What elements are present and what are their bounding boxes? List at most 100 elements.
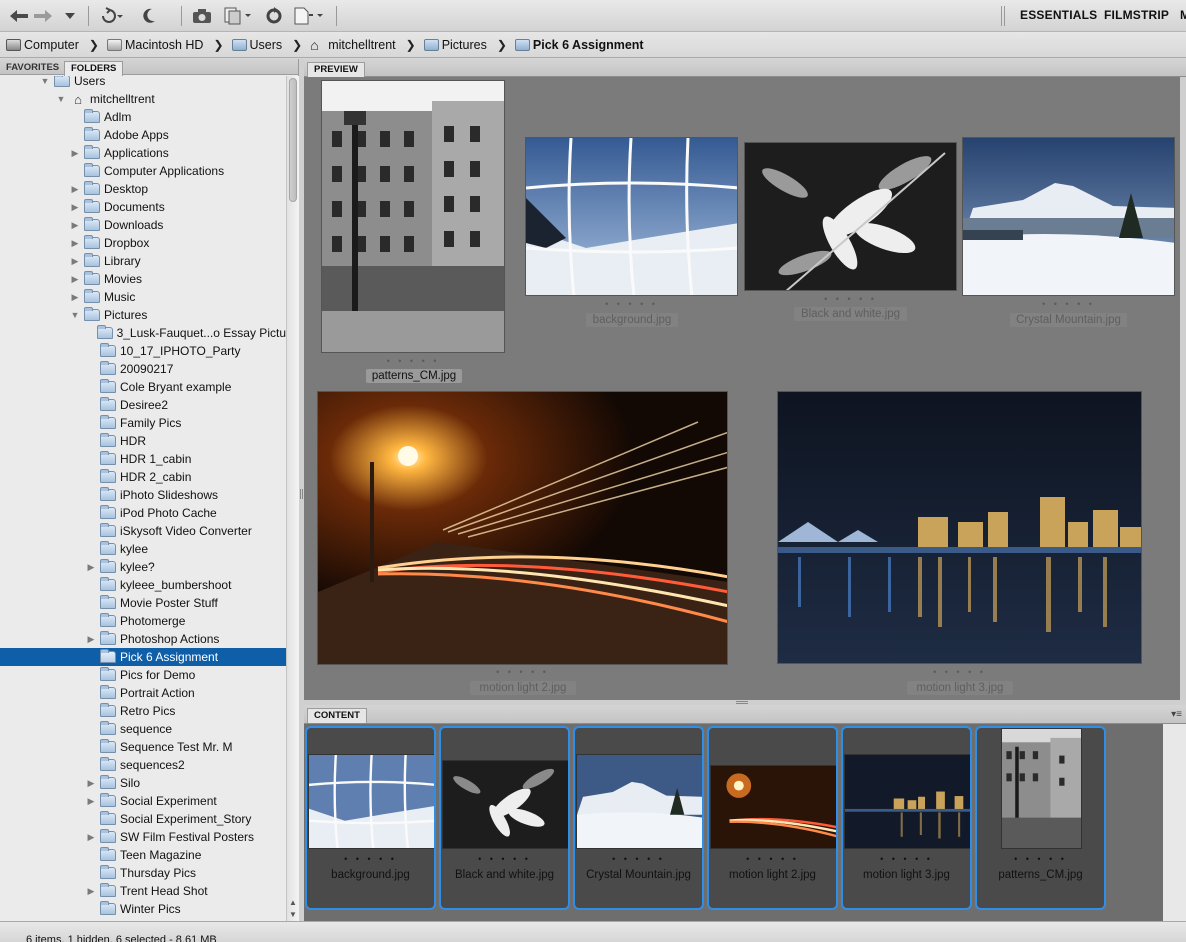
tree-item[interactable]: Pick 6 Assignment [0, 648, 286, 666]
tree-item[interactable]: Sequence Test Mr. M [0, 738, 286, 756]
content-item-motion-light-3[interactable]: • • • • • motion light 3.jpg [841, 726, 972, 910]
crumb-home[interactable]: ⌂ mitchelltrent [310, 38, 395, 52]
disclosure-closed-icon[interactable]: ▶ [70, 148, 80, 159]
preview-image-background[interactable] [525, 137, 738, 296]
tree-item[interactable]: ▶ Downloads [0, 216, 286, 234]
crumb-macintosh-hd[interactable]: Macintosh HD [106, 38, 203, 52]
rating-stars[interactable]: • • • • • [575, 854, 702, 864]
tree-item[interactable]: ▶ Dropbox [0, 234, 286, 252]
tree-item[interactable]: Adobe Apps [0, 126, 286, 144]
content-item-crystal-mountain[interactable]: • • • • • Crystal Mountain.jpg [573, 726, 704, 910]
tree-item[interactable]: kyleee_bumbershoot [0, 576, 286, 594]
tree-item[interactable]: iSkysoft Video Converter [0, 522, 286, 540]
tree-item[interactable]: ▼ Pictures [0, 306, 286, 324]
tree-item[interactable]: Photomerge [0, 612, 286, 630]
disclosure-closed-icon[interactable]: ▶ [70, 256, 80, 267]
tree-item[interactable]: Adlm [0, 108, 286, 126]
disclosure-closed-icon[interactable]: ▶ [70, 220, 80, 231]
disclosure-open-icon[interactable]: ▼ [70, 310, 80, 320]
tab-content[interactable]: CONTENT [307, 708, 367, 723]
content-item-black-and-white[interactable]: • • • • • Black and white.jpg [439, 726, 570, 910]
tree-item[interactable]: Thursday Pics [0, 864, 286, 882]
rating-stars[interactable]: • • • • • [744, 294, 957, 304]
tree-item[interactable]: 10_17_IPHOTO_Party [0, 342, 286, 360]
tree-item[interactable]: Retro Pics [0, 702, 286, 720]
preview-image-black-and-white[interactable] [744, 142, 957, 291]
tree-item[interactable]: Winter Pics [0, 900, 286, 918]
tree-item[interactable]: Portrait Action [0, 684, 286, 702]
tree-item[interactable]: sequences2 [0, 756, 286, 774]
tree-item[interactable]: Computer Applications [0, 162, 286, 180]
tree-item[interactable]: HDR 2_cabin [0, 468, 286, 486]
chevron-right-icon[interactable]: ❯ [89, 38, 99, 52]
copy-icon[interactable] [221, 5, 255, 27]
tree-item[interactable]: Social Experiment_Story [0, 810, 286, 828]
chevron-right-icon[interactable]: ❯ [497, 38, 507, 52]
crumb-pictures[interactable]: Pictures [423, 38, 487, 52]
chevron-right-icon[interactable]: ❯ [292, 38, 302, 52]
crumb-computer[interactable]: Computer [6, 38, 79, 52]
disclosure-closed-icon[interactable]: ▶ [86, 562, 96, 573]
history-dropdown-icon[interactable] [62, 5, 78, 27]
content-item-patterns-cm[interactable]: • • • • • patterns_CM.jpg [975, 726, 1106, 910]
rating-stars[interactable]: • • • • • [962, 299, 1175, 309]
disclosure-closed-icon[interactable]: ▶ [70, 292, 80, 303]
disclosure-closed-icon[interactable]: ▶ [70, 202, 80, 213]
content-item-background[interactable]: • • • • • background.jpg [305, 726, 436, 910]
rating-stars[interactable]: • • • • • [777, 667, 1142, 677]
preview-image-motion-light-2[interactable] [317, 391, 728, 665]
disclosure-closed-icon[interactable]: ▶ [86, 796, 96, 807]
tree-item[interactable]: ▶ Desktop [0, 180, 286, 198]
tree-item[interactable]: ▶ kylee? [0, 558, 286, 576]
tree-item[interactable]: ▶ Library [0, 252, 286, 270]
folder-tree-scrollbar[interactable]: ▲ ▼ [286, 76, 299, 921]
tree-item[interactable]: iPhoto Slideshows [0, 486, 286, 504]
disclosure-closed-icon[interactable]: ▶ [86, 832, 96, 843]
chevron-right-icon[interactable]: ❯ [406, 38, 416, 52]
splitter-grip[interactable] [300, 489, 303, 499]
tree-item[interactable]: Teen Magazine [0, 846, 286, 864]
tree-item[interactable]: 20090217 [0, 360, 286, 378]
tree-item[interactable]: ▶ Social Experiment [0, 792, 286, 810]
rating-stars[interactable]: • • • • • [307, 854, 434, 864]
disclosure-closed-icon[interactable]: ▶ [70, 238, 80, 249]
disclosure-closed-icon[interactable]: ▶ [70, 274, 80, 285]
tree-item[interactable]: ▼ ⌂ mitchelltrent [0, 90, 286, 108]
crumb-users[interactable]: Users [231, 38, 282, 52]
tree-item[interactable]: ▶ Music [0, 288, 286, 306]
tree-item[interactable]: ▶ Documents [0, 198, 286, 216]
rating-stars[interactable]: • • • • • [525, 299, 738, 309]
crumb-pick-6-assignment[interactable]: Pick 6 Assignment [514, 38, 644, 52]
tree-item[interactable]: sequence [0, 720, 286, 738]
chevron-right-icon[interactable]: ❯ [213, 38, 223, 52]
tab-preview[interactable]: PREVIEW [307, 62, 365, 77]
tree-item[interactable]: Desiree2 [0, 396, 286, 414]
scroll-up-icon[interactable]: ▲ [289, 898, 297, 907]
tree-item[interactable]: ▶ Movies [0, 270, 286, 288]
content-item-motion-light-2[interactable]: • • • • • motion light 2.jpg [707, 726, 838, 910]
scrollbar-thumb[interactable] [289, 78, 297, 202]
camera-icon[interactable] [190, 5, 214, 27]
tree-item[interactable]: ▶ SW Film Festival Posters [0, 828, 286, 846]
rating-stars[interactable]: • • • • • [843, 854, 970, 864]
panel-menu-icon[interactable]: ▾≡ [1171, 709, 1182, 720]
tree-item[interactable]: ▶ Photoshop Actions [0, 630, 286, 648]
rotate-icon[interactable] [96, 5, 126, 27]
disclosure-open-icon[interactable]: ▼ [40, 76, 50, 86]
tree-item[interactable]: Movie Poster Stuff [0, 594, 286, 612]
preview-image-motion-light-3[interactable] [777, 391, 1142, 664]
rating-stars[interactable]: • • • • • [321, 356, 505, 366]
new-document-icon[interactable] [292, 5, 326, 27]
tree-item[interactable]: Pics for Demo [0, 666, 286, 684]
disclosure-open-icon[interactable]: ▼ [56, 94, 66, 104]
scroll-down-icon[interactable]: ▼ [289, 910, 297, 919]
tree-item[interactable]: ▶ Silo [0, 774, 286, 792]
workspace-filmstrip[interactable]: FILMSTRIP [1104, 8, 1169, 22]
moon-icon[interactable] [140, 5, 158, 27]
rating-stars[interactable]: • • • • • [317, 667, 728, 677]
tree-item[interactable]: ▶ Trent Head Shot [0, 882, 286, 900]
rating-stars[interactable]: • • • • • [709, 854, 836, 864]
preview-image-patterns-cm[interactable] [321, 80, 505, 353]
tree-item[interactable]: ▼ Users [0, 76, 286, 90]
tab-favorites[interactable]: FAVORITES [0, 61, 65, 76]
